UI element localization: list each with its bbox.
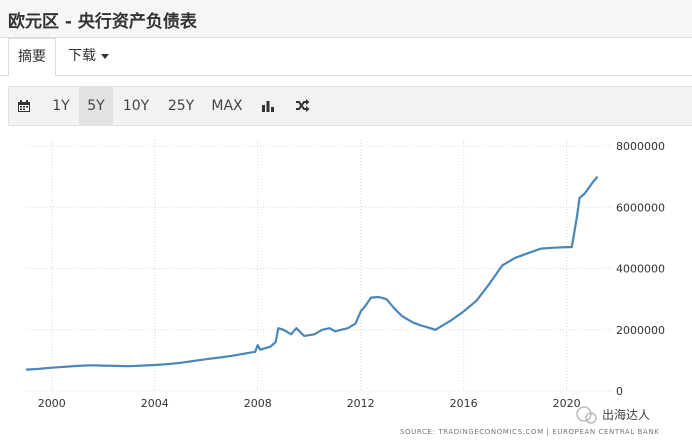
watermark: 出海达人 — [576, 406, 650, 424]
y-tick-label: 6000000 — [616, 201, 665, 214]
y-tick-label: 2000000 — [616, 324, 665, 337]
x-tick-label: 2004 — [141, 397, 169, 410]
range-5y-button[interactable]: 5Y — [79, 87, 113, 125]
x-tick-label: 2012 — [347, 397, 375, 410]
range-max-button[interactable]: MAX — [207, 87, 247, 125]
calendar-button[interactable] — [9, 87, 39, 125]
chart-toolbar: 1Y 5Y 10Y 25Y MAX — [8, 86, 692, 126]
chart-type-button[interactable] — [255, 87, 281, 125]
compare-button[interactable] — [289, 87, 315, 125]
range-25y-button[interactable]: 25Y — [161, 87, 201, 125]
title-bar: 欧元区 - 央行资产负债表 — [0, 0, 692, 38]
shuffle-icon — [295, 99, 309, 112]
x-tick-label: 2016 — [450, 397, 478, 410]
x-tick-label: 2020 — [553, 397, 581, 410]
y-tick-label: 8000000 — [616, 140, 665, 153]
x-tick-label: 2000 — [38, 397, 66, 410]
tab-summary[interactable]: 摘要 — [8, 38, 56, 77]
range-10y-button[interactable]: 10Y — [117, 87, 155, 125]
bar-chart-icon — [262, 101, 274, 112]
chevron-down-icon — [101, 53, 109, 59]
page-title: 欧元区 - 央行资产负债表 — [8, 12, 197, 32]
y-axis-ticks: 0 2000000 4000000 6000000 8000000 — [616, 140, 665, 398]
tab-bar: 摘要 下载 — [0, 38, 692, 77]
chart-grid — [26, 140, 613, 392]
balance-sheet-chart: 2000 2004 2008 2012 2016 2020 0 2000000 4000000… — [25, 140, 665, 436]
y-tick-label: 0 — [616, 385, 623, 398]
watermark-text: 出海达人 — [602, 407, 650, 422]
tab-download[interactable]: 下载 — [68, 38, 109, 75]
x-tick-label: 2008 — [244, 397, 272, 410]
tab-download-label: 下载 — [68, 48, 96, 64]
y-tick-label: 4000000 — [616, 263, 665, 276]
calendar-icon — [18, 100, 30, 112]
x-axis-ticks: 2000 2004 2008 2012 2016 2020 — [38, 397, 581, 410]
range-1y-button[interactable]: 1Y — [45, 87, 77, 125]
source-note: SOURCE: TRADINGECONOMICS.COM | EUROPEAN … — [400, 428, 659, 436]
series-line — [25, 175, 599, 371]
